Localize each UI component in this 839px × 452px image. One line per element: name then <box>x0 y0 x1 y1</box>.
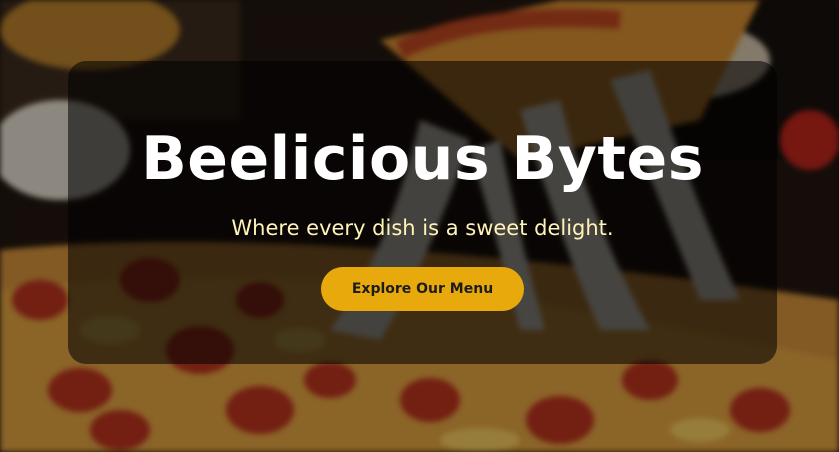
site-title: Beelicious Bytes <box>141 124 704 194</box>
hero-section: Beelicious Bytes Where every dish is a s… <box>0 0 839 452</box>
explore-menu-button[interactable]: Explore Our Menu <box>321 267 524 311</box>
tagline: Where every dish is a sweet delight. <box>231 216 614 240</box>
hero-overlay-card: Beelicious Bytes Where every dish is a s… <box>68 61 777 364</box>
